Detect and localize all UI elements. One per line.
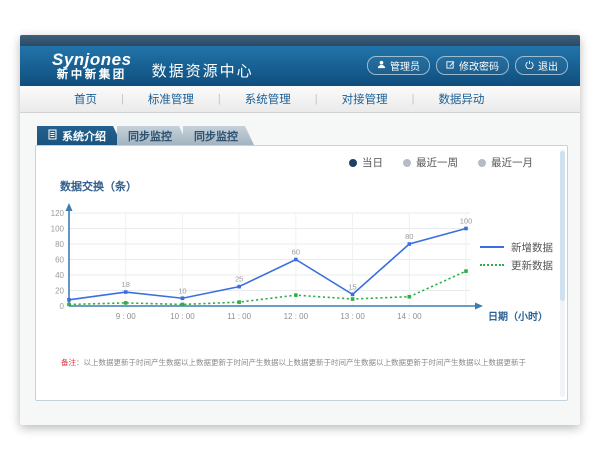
svg-text:100: 100 (51, 225, 65, 234)
edit-icon (446, 60, 455, 72)
change-password-label: 修改密码 (459, 58, 499, 73)
svg-text:日期（小时）: 日期（小时） (488, 310, 548, 323)
svg-text:14 : 00: 14 : 00 (397, 312, 422, 321)
svg-text:25: 25 (235, 275, 243, 284)
tab-bar: 系统介绍 同步监控 同步监控 (37, 126, 568, 145)
header-actions: 管理员 修改密码 退出 (367, 56, 568, 75)
footnote: 备注：以上数据更新于时间产生数据以上数据更新于时间产生数据以上数据更新于时间产生… (61, 357, 526, 368)
legend-label: 新增数据 (511, 240, 553, 255)
power-icon (525, 60, 534, 72)
svg-text:0: 0 (60, 302, 65, 311)
svg-text:60: 60 (292, 248, 300, 257)
nav-item-data-change[interactable]: 数据异动 (414, 91, 508, 107)
nav-item-home[interactable]: 首页 (50, 91, 121, 107)
tab-system-intro[interactable]: 系统介绍 (37, 126, 122, 145)
radio-last-month[interactable]: 最近一月 (478, 155, 533, 170)
svg-text:120: 120 (51, 209, 65, 218)
change-password-button[interactable]: 修改密码 (436, 56, 509, 75)
window-top-strip (20, 35, 580, 46)
radio-label: 当日 (362, 155, 383, 170)
svg-text:18: 18 (122, 280, 130, 289)
y-axis-label: 数据交换（条） (60, 178, 137, 194)
svg-text:80: 80 (405, 232, 413, 241)
svg-text:15: 15 (348, 282, 356, 291)
tab-sync-monitor-1[interactable]: 同步监控 (117, 126, 188, 145)
user-button-label: 管理员 (390, 58, 420, 73)
footnote-text: ：以上数据更新于时间产生数据以上数据更新于时间产生数据以上数据更新于时间产生数据… (76, 358, 526, 367)
radio-today[interactable]: 当日 (349, 155, 383, 170)
tab-label: 同步监控 (128, 128, 172, 144)
svg-text:12 : 00: 12 : 00 (284, 312, 309, 321)
nav-item-standard-mgmt[interactable]: 标准管理 (124, 91, 218, 107)
legend-item-new-data: 新增数据 (480, 238, 553, 256)
svg-text:13 : 00: 13 : 00 (340, 312, 365, 321)
company-logo: Synjones 新中新集团 (52, 51, 132, 82)
radio-dot[interactable] (478, 159, 486, 167)
svg-text:80: 80 (55, 240, 64, 249)
legend-item-updated-data: 更新数据 (480, 256, 553, 274)
logo-title: Synjones (52, 51, 132, 68)
footnote-label: 备注 (61, 358, 76, 367)
range-selector: 当日 最近一周 最近一月 (349, 155, 533, 170)
radio-last-week[interactable]: 最近一周 (403, 155, 458, 170)
main-nav: 首页 标准管理 系统管理 对接管理 数据异动 (20, 86, 580, 113)
nav-item-interface-mgmt[interactable]: 对接管理 (318, 91, 412, 107)
user-button[interactable]: 管理员 (367, 56, 430, 75)
svg-text:100: 100 (460, 217, 473, 226)
scrollbar-track[interactable] (560, 149, 565, 397)
svg-text:10: 10 (178, 286, 186, 295)
svg-text:40: 40 (55, 271, 64, 280)
logout-label: 退出 (538, 58, 558, 73)
tab-label: 系统介绍 (62, 128, 106, 144)
legend-label: 更新数据 (511, 258, 553, 273)
radio-dot[interactable] (349, 159, 357, 167)
logout-button[interactable]: 退出 (515, 56, 568, 75)
user-icon (377, 60, 386, 72)
svg-text:10 : 00: 10 : 00 (170, 312, 195, 321)
app-header: Synjones 新中新集团 数据资源中心 管理员 修改密码 退出 (20, 46, 580, 86)
tab-label: 同步监控 (194, 128, 238, 144)
tab-sync-monitor-2[interactable]: 同步监控 (183, 126, 254, 145)
radio-label: 最近一周 (416, 155, 458, 170)
nav-item-system-mgmt[interactable]: 系统管理 (221, 91, 315, 107)
logo-subtitle: 新中新集团 (52, 70, 132, 82)
document-icon (48, 129, 57, 143)
scrollbar-thumb[interactable] (560, 151, 565, 301)
svg-text:9 : 00: 9 : 00 (116, 312, 137, 321)
chart-panel: 当日 最近一周 最近一月 数据交换（条） 0 20 40 60 80 100 120 9 : … (35, 145, 568, 401)
svg-text:20: 20 (55, 287, 64, 296)
legend-line-sample (480, 264, 504, 266)
radio-dot[interactable] (403, 159, 411, 167)
page-title: 数据资源中心 (152, 60, 254, 81)
svg-text:60: 60 (55, 256, 64, 265)
svg-text:11 : 00: 11 : 00 (227, 312, 251, 321)
chart-legend: 新增数据 更新数据 (480, 238, 553, 274)
content-area: 系统介绍 同步监控 同步监控 当日 最近一周 (20, 113, 580, 401)
legend-line-sample (480, 246, 504, 248)
radio-label: 最近一月 (491, 155, 533, 170)
app-window: Synjones 新中新集团 数据资源中心 管理员 修改密码 退出 (20, 35, 580, 425)
